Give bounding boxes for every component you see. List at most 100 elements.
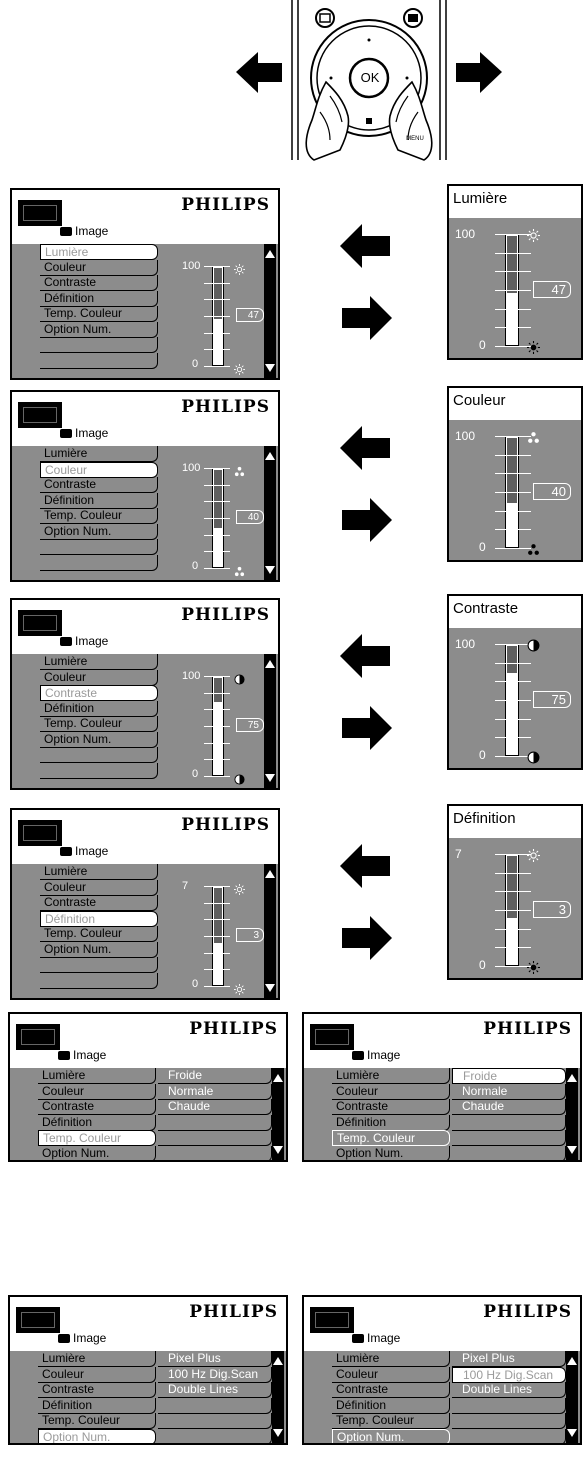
menu-item[interactable]: Option Num. [38, 1428, 156, 1443]
submenu-option[interactable] [452, 1130, 566, 1146]
menu-item[interactable]: Option Num. [332, 1428, 450, 1443]
scroll-down-icon[interactable] [265, 984, 275, 992]
menu-item[interactable]: Définition [40, 492, 158, 509]
menu-item[interactable]: Définition [40, 910, 158, 927]
submenu-option[interactable]: Normale [452, 1083, 566, 1100]
scroll-up-icon[interactable] [567, 1074, 577, 1082]
submenu-option[interactable] [158, 1413, 272, 1429]
menu-item[interactable] [40, 539, 158, 555]
menu-item[interactable] [40, 972, 158, 989]
menu-item[interactable]: Couleur [38, 1366, 156, 1383]
menu-item[interactable] [40, 762, 158, 779]
menu-item[interactable] [38, 1161, 156, 1162]
scroll-up-icon[interactable] [273, 1074, 283, 1082]
submenu-option[interactable]: Froide [158, 1068, 272, 1084]
menu-item[interactable]: Option Num. [332, 1145, 450, 1160]
menu-item[interactable] [40, 554, 158, 571]
submenu-option[interactable] [452, 1444, 566, 1445]
submenu-option[interactable]: Double Lines [158, 1382, 272, 1398]
submenu-option[interactable] [452, 1145, 566, 1160]
scroll-down-icon[interactable] [567, 1146, 577, 1154]
scrollbar[interactable] [272, 1351, 284, 1443]
menu-item[interactable]: Contraste [40, 685, 158, 701]
menu-item[interactable]: Contraste [40, 477, 158, 493]
menu-item[interactable]: Couleur [40, 879, 158, 896]
submenu-option[interactable] [452, 1428, 566, 1443]
menu-item[interactable]: Option Num. [40, 523, 158, 540]
submenu-option[interactable] [158, 1114, 272, 1131]
menu-item[interactable]: Lumière [40, 654, 158, 670]
menu-item[interactable]: Temp. Couleur [40, 716, 158, 732]
scroll-up-icon[interactable] [567, 1357, 577, 1365]
submenu-option[interactable]: Pixel Plus [452, 1351, 566, 1367]
menu-item[interactable]: Définition [40, 700, 158, 717]
menu-item[interactable]: Lumière [332, 1351, 450, 1367]
scroll-up-icon[interactable] [265, 660, 275, 668]
menu-item[interactable]: Contraste [40, 895, 158, 911]
menu-item[interactable]: Option Num. [40, 731, 158, 748]
menu-item[interactable]: Temp. Couleur [40, 508, 158, 524]
menu-item[interactable]: Contraste [38, 1099, 156, 1115]
scroll-up-icon[interactable] [273, 1357, 283, 1365]
submenu-option[interactable]: Chaude [452, 1099, 566, 1115]
submenu-option[interactable]: 100 Hz Dig.Scan [158, 1366, 272, 1383]
submenu-option[interactable] [158, 1397, 272, 1414]
menu-item[interactable]: Lumière [40, 446, 158, 462]
menu-item[interactable] [40, 352, 158, 369]
menu-item[interactable] [332, 1161, 450, 1162]
menu-item[interactable] [38, 1444, 156, 1445]
menu-item[interactable]: Couleur [40, 259, 158, 276]
scroll-down-icon[interactable] [273, 1146, 283, 1154]
scrollbar[interactable] [272, 1068, 284, 1160]
scroll-down-icon[interactable] [265, 774, 275, 782]
menu-item[interactable] [40, 337, 158, 353]
menu-item[interactable]: Lumière [38, 1351, 156, 1367]
submenu-option[interactable] [452, 1397, 566, 1414]
menu-item[interactable]: Temp. Couleur [332, 1413, 450, 1429]
menu-item[interactable]: Contraste [332, 1382, 450, 1398]
menu-item[interactable]: Contraste [38, 1382, 156, 1398]
menu-item[interactable]: Option Num. [40, 941, 158, 958]
submenu-option[interactable] [158, 1444, 272, 1445]
menu-item[interactable]: Lumière [40, 244, 158, 260]
menu-item[interactable] [40, 747, 158, 763]
submenu-option[interactable]: Double Lines [452, 1382, 566, 1398]
menu-item[interactable]: Temp. Couleur [40, 926, 158, 942]
menu-item[interactable]: Définition [38, 1114, 156, 1131]
scroll-up-icon[interactable] [265, 250, 275, 258]
menu-item[interactable]: Lumière [40, 864, 158, 880]
submenu-option[interactable]: Froide [452, 1068, 566, 1084]
menu-item[interactable]: Couleur [332, 1083, 450, 1100]
scrollbar[interactable] [264, 244, 276, 378]
scroll-down-icon[interactable] [265, 566, 275, 574]
submenu-option[interactable] [452, 1114, 566, 1131]
submenu-option[interactable]: Normale [158, 1083, 272, 1100]
scrollbar[interactable] [566, 1351, 578, 1443]
scrollbar[interactable] [264, 446, 276, 580]
scroll-up-icon[interactable] [265, 870, 275, 878]
menu-item[interactable]: Couleur [40, 461, 158, 478]
menu-item[interactable]: Lumière [332, 1068, 450, 1084]
menu-item[interactable] [332, 1444, 450, 1445]
menu-item[interactable]: Contraste [332, 1099, 450, 1115]
menu-item[interactable]: Définition [332, 1114, 450, 1131]
scroll-down-icon[interactable] [273, 1429, 283, 1437]
scroll-down-icon[interactable] [265, 364, 275, 372]
scrollbar[interactable] [566, 1068, 578, 1160]
menu-item[interactable]: Couleur [38, 1083, 156, 1100]
menu-item[interactable]: Définition [38, 1397, 156, 1414]
menu-item[interactable]: Option Num. [38, 1145, 156, 1160]
submenu-option[interactable]: 100 Hz Dig.Scan [452, 1366, 566, 1383]
menu-item[interactable]: Définition [332, 1397, 450, 1414]
menu-item[interactable]: Couleur [40, 669, 158, 686]
submenu-option[interactable]: Pixel Plus [158, 1351, 272, 1367]
menu-item[interactable]: Temp. Couleur [332, 1130, 450, 1146]
menu-item[interactable]: Temp. Couleur [38, 1413, 156, 1429]
submenu-option[interactable]: Chaude [158, 1099, 272, 1115]
scroll-up-icon[interactable] [265, 452, 275, 460]
submenu-option[interactable] [452, 1161, 566, 1162]
menu-item[interactable]: Lumière [38, 1068, 156, 1084]
menu-item[interactable]: Temp. Couleur [38, 1130, 156, 1146]
submenu-option[interactable] [158, 1428, 272, 1443]
menu-item[interactable]: Contraste [40, 275, 158, 291]
